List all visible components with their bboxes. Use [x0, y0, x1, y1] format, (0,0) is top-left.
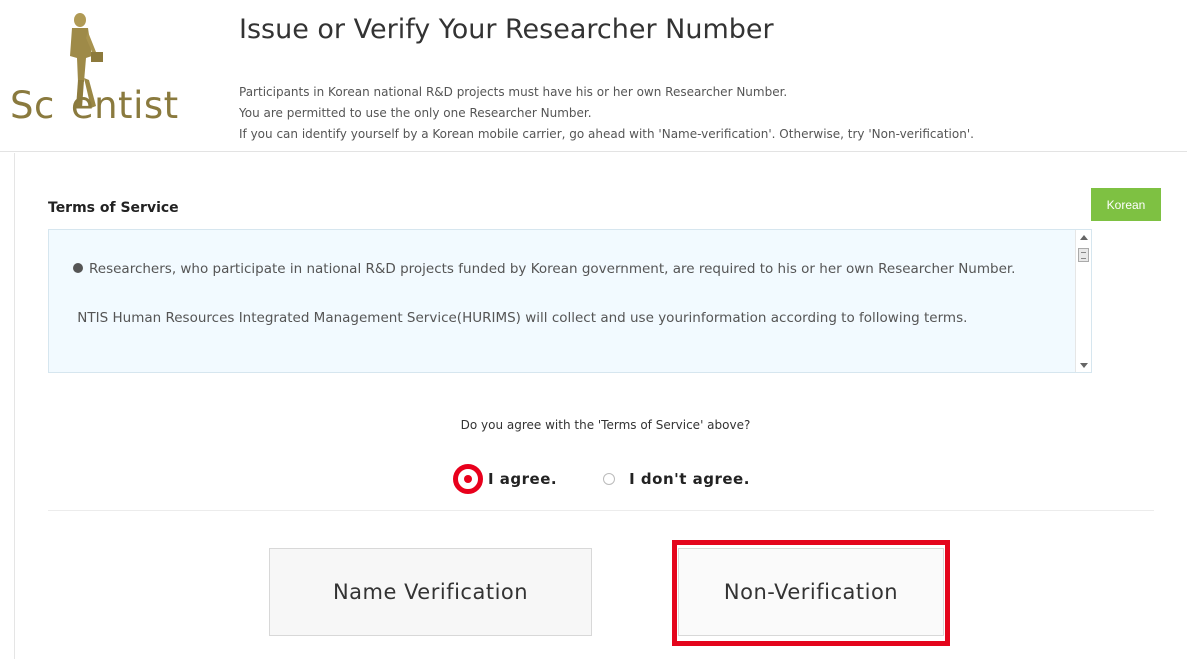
terms-paragraph: NTIS Human Resources Integrated Manageme… [77, 310, 968, 326]
korean-language-button[interactable]: Korean [1091, 188, 1161, 221]
intro-text: Participants in Korean national R&D proj… [239, 82, 974, 145]
agree-option[interactable]: I agree. [453, 464, 557, 494]
name-verification-button[interactable]: Name Verification [269, 548, 592, 636]
disagree-radio[interactable] [603, 473, 616, 485]
disagree-label: I don't agree. [629, 470, 750, 488]
agree-radio[interactable] [453, 464, 483, 494]
disagree-option[interactable]: I don't agree. [603, 470, 750, 488]
non-verification-button[interactable]: Non-Verification [678, 548, 944, 636]
agreement-question: Do you agree with the 'Terms of Service'… [460, 418, 751, 432]
terms-scrollbar[interactable] [1075, 230, 1091, 372]
agreement-radio-group: I agree. I don't agree. [453, 464, 750, 494]
page-header: Sc entist Issue or Verify Your Researcher… [0, 0, 1187, 152]
bullet-icon [73, 263, 83, 273]
scroll-up-icon[interactable] [1080, 235, 1088, 240]
section-divider [48, 510, 1154, 511]
terms-text: Researchers, who participate in national… [73, 256, 1033, 354]
terms-of-service-heading: Terms of Service [48, 200, 179, 216]
scroll-down-icon[interactable] [1080, 363, 1088, 368]
scientist-logo[interactable]: Sc entist [8, 10, 208, 135]
agree-label: I agree. [488, 470, 558, 488]
terms-of-service-box[interactable]: Researchers, who participate in national… [48, 229, 1092, 373]
radio-selected-dot [464, 475, 472, 483]
terms-paragraph: Researchers, who participate in national… [73, 256, 1033, 283]
page-title: Issue or Verify Your Researcher Number [239, 14, 774, 45]
scroll-thumb[interactable] [1078, 248, 1089, 262]
intro-line: If you can identify yourself by a Korean… [239, 127, 974, 141]
intro-line: You are permitted to use the only one Re… [239, 106, 592, 120]
logo-wordmark: Sc entist [10, 84, 179, 127]
intro-line: Participants in Korean national R&D proj… [239, 85, 788, 99]
